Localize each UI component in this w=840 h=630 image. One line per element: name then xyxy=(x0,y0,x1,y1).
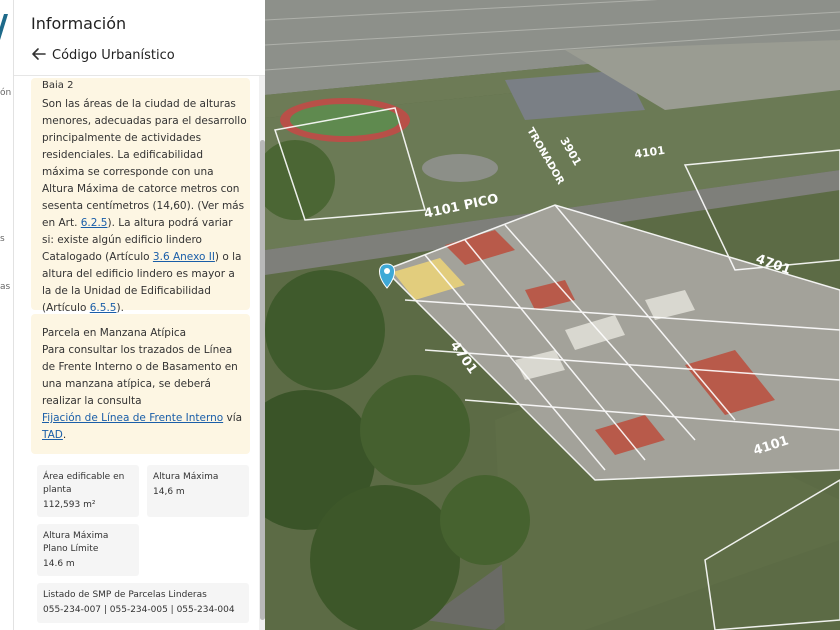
stat-area-edificable: Área edificable en planta 112,593 m² xyxy=(37,465,139,517)
rail-item-label[interactable]: ón xyxy=(0,88,11,98)
parcela-description: Para consultar los trazados de Línea de … xyxy=(42,344,238,407)
zone-text-part: Son las áreas de la ciudad de alturas me… xyxy=(42,98,247,229)
panel-title: Información xyxy=(31,14,127,33)
article-link[interactable]: 3.6 Anexo II xyxy=(153,251,215,263)
back-arrow-icon[interactable] xyxy=(31,46,47,62)
stat-label: Área edificable en planta xyxy=(43,472,125,495)
parcela-text-end: . xyxy=(62,429,67,441)
info-panel: Información Código Urbanístico Baja 2 So… xyxy=(14,0,265,630)
zone-description-text: Son las áreas de la ciudad de alturas me… xyxy=(42,96,247,317)
parcela-text-mid: vía xyxy=(223,412,243,424)
stat-label: Listado de SMP de Parcelas Linderas xyxy=(43,590,207,600)
stat-label: Altura Máxima Plano Límite xyxy=(43,531,109,554)
stat-value: 055-234-007 | 055-234-005 | 055-234-004 xyxy=(43,605,235,615)
zone-text-part: ). xyxy=(116,302,124,314)
scrollbar-thumb[interactable] xyxy=(260,140,265,620)
article-link[interactable]: 6.2.5 xyxy=(81,217,108,229)
rail-item-label[interactable]: as xyxy=(0,282,10,292)
stat-altura-plano-limite: Altura Máxima Plano Límite 14.6 m xyxy=(37,524,139,576)
stat-value: 14.6 m xyxy=(43,559,75,569)
tad-link[interactable]: TAD xyxy=(42,429,63,441)
stat-value: 14,6 m xyxy=(153,487,185,497)
stat-altura-maxima: Altura Máxima 14,6 m xyxy=(147,465,249,517)
rail-item-label[interactable]: s xyxy=(0,234,5,244)
aerial-map[interactable]: 4101 PICO 4701 4701 4101 3901 TRONADOR 4… xyxy=(265,0,840,630)
parcela-title: Parcela en Manzana Atípica xyxy=(42,327,187,339)
stat-parcelas-linderas: Listado de SMP de Parcelas Linderas 055-… xyxy=(37,583,249,623)
panel-header: Información Código Urbanístico xyxy=(14,0,265,76)
stat-label: Altura Máxima xyxy=(153,472,219,482)
zone-title: Baja 2 xyxy=(42,80,74,88)
fijacion-link[interactable]: Fijación de Línea de Frente Interno xyxy=(42,412,223,424)
stat-value: 112,593 m² xyxy=(43,500,96,510)
map-view[interactable]: 4101 PICO 4701 4701 4101 3901 TRONADOR 4… xyxy=(265,0,840,630)
app-logo-icon xyxy=(0,14,8,40)
panel-subtitle: Código Urbanístico xyxy=(52,48,175,63)
zone-description-card: Baja 2 Son las áreas de la ciudad de alt… xyxy=(31,78,250,314)
parcela-text: Parcela en Manzana Atípica Para consulta… xyxy=(42,325,247,444)
article-link[interactable]: 6.5.5 xyxy=(90,302,117,314)
parcela-atipica-card: Parcela en Manzana Atípica Para consulta… xyxy=(31,314,250,454)
left-rail: ón s as xyxy=(0,0,14,630)
